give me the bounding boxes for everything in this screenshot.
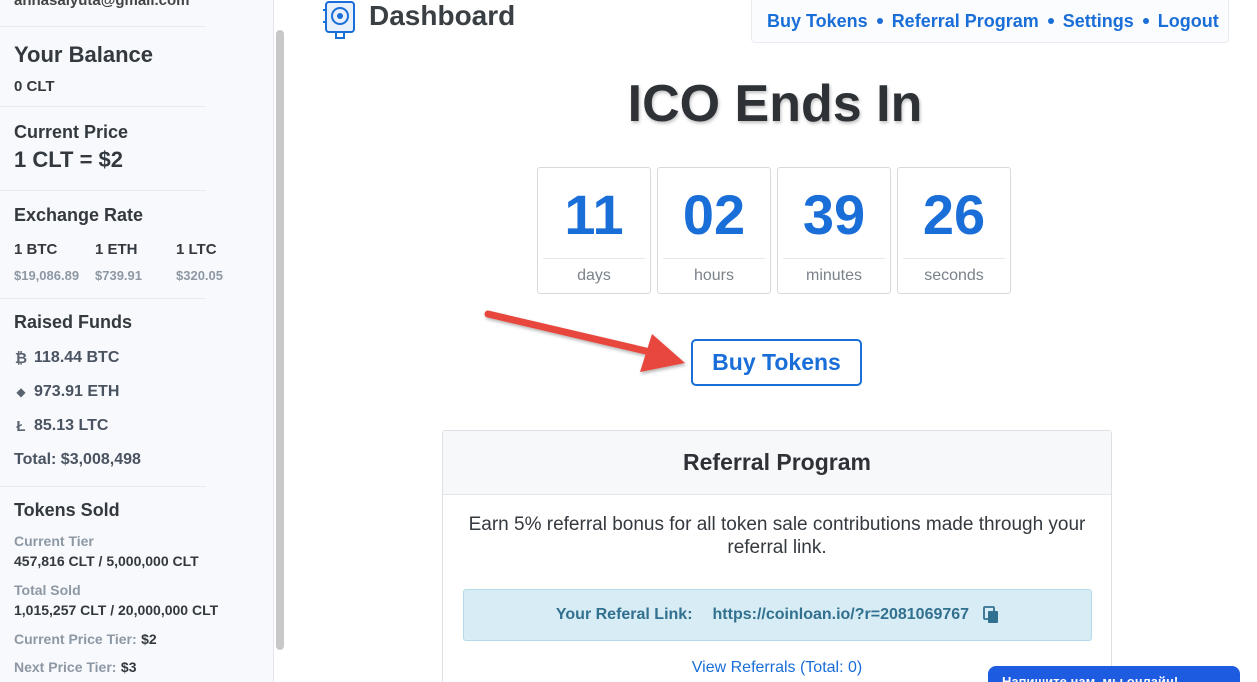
- nav-referral-program[interactable]: Referral Program: [892, 11, 1039, 32]
- countdown-label: hours: [693, 267, 735, 284]
- raised-value: 118.44 BTC: [34, 349, 120, 366]
- countdown-title: ICO Ends In: [627, 75, 923, 133]
- nav-separator: [1047, 18, 1054, 24]
- raised-btc: ₿ 118.44 BTC: [14, 341, 206, 375]
- referral-link-label: Your Referal Link:: [555, 606, 693, 623]
- referral-card: Referral Program Earn 5% referral bonus …: [442, 430, 1112, 682]
- copy-icon[interactable]: [983, 606, 999, 624]
- raised-list: ₿ 118.44 BTC ◆ 973.91 ETH Ł 85.13 LTC To…: [14, 341, 206, 477]
- price-section: Current Price 1 CLT = $2: [14, 122, 206, 173]
- divider: [783, 258, 885, 259]
- rate-eth: 1 ETH $739.91: [95, 241, 175, 283]
- bitcoin-icon: ₿: [14, 349, 28, 367]
- rate-usd: $320.05: [176, 268, 223, 283]
- annotation-arrow-icon: [484, 310, 685, 372]
- nav-buy-tokens[interactable]: Buy Tokens: [767, 11, 868, 32]
- countdown-label: seconds: [924, 267, 984, 284]
- raised-ltc: Ł 85.13 LTC: [14, 409, 206, 443]
- countdown-days: 11 days: [537, 167, 651, 294]
- nav-settings[interactable]: Settings: [1063, 11, 1134, 32]
- rate-usd: $739.91: [95, 268, 142, 283]
- current-tier-label: Current Tier: [14, 533, 94, 549]
- sidebar: annasalyuta@gmail.com Your Balance 0 CLT…: [0, 0, 274, 682]
- nav-separator: [1142, 18, 1149, 24]
- divider: [0, 26, 206, 27]
- rate-unit: 1 LTC: [176, 241, 217, 258]
- divider: [0, 190, 206, 191]
- next-price-tier-value: $3: [120, 659, 137, 675]
- raised-title: Raised Funds: [14, 312, 133, 332]
- balance-title: Your Balance: [14, 42, 153, 67]
- countdown-value: 39: [802, 183, 866, 246]
- divider: [903, 258, 1005, 259]
- tokens-title: Tokens Sold: [14, 500, 120, 520]
- countdown-seconds: 26 seconds: [897, 167, 1011, 294]
- rate-unit: 1 ETH: [95, 241, 138, 258]
- current-price-tier-label: Current Price Tier:: [14, 631, 137, 647]
- divider: [0, 486, 206, 487]
- header: Dashboard Buy Tokens Referral Program Se…: [290, 0, 1257, 44]
- countdown-label: days: [577, 267, 611, 284]
- chat-widget[interactable]: Напишите нам, мы онлайн!: [988, 666, 1240, 682]
- raised-value: 973.91 ETH: [34, 383, 120, 400]
- current-price-tier: Current Price Tier: $2: [14, 631, 264, 649]
- rate-unit: 1 BTC: [14, 241, 58, 258]
- divider: [0, 298, 206, 299]
- countdown-value: 26: [922, 183, 986, 246]
- referral-link-box: Your Referal Link: https://coinloan.io/?…: [463, 589, 1092, 641]
- exchange-section: Exchange Rate 1 BTC $19,086.89 1 ETH $73…: [14, 205, 223, 287]
- divider: [663, 258, 765, 259]
- top-nav: Buy Tokens Referral Program Settings Log…: [751, 0, 1229, 43]
- raised-total: Total: $3,008,498: [14, 451, 141, 468]
- litecoin-icon: Ł: [16, 417, 26, 435]
- rate-usd: $19,086.89: [14, 268, 80, 283]
- nav-logout[interactable]: Logout: [1158, 11, 1219, 32]
- next-price-tier-label: Next Price Tier:: [14, 659, 117, 675]
- nav-separator: [876, 18, 883, 24]
- current-tier-value: 457,816 CLT / 5,000,000 CLT: [14, 553, 199, 569]
- raised-eth: ◆ 973.91 ETH: [14, 375, 206, 409]
- price-title: Current Price: [14, 122, 129, 142]
- divider: [543, 258, 645, 259]
- ethereum-icon: ◆: [16, 385, 26, 399]
- sidebar-scrollbar[interactable]: [276, 30, 284, 650]
- countdown-value: 11: [564, 183, 624, 246]
- countdown-label: minutes: [805, 267, 863, 284]
- countdown-hours: 02 hours: [657, 167, 771, 294]
- raised-section: Raised Funds ₿ 118.44 BTC ◆ 973.91 ETH Ł…: [14, 312, 206, 477]
- balance-section: Your Balance 0 CLT: [14, 42, 206, 95]
- user-email: annasalyuta@gmail.com: [14, 0, 190, 9]
- tokens-section: Tokens Sold Current Tier 457,816 CLT / 5…: [14, 500, 264, 677]
- raised-value: 85.13 LTC: [34, 417, 109, 434]
- referral-link[interactable]: https://coinloan.io/?r=2081069767: [713, 606, 970, 624]
- buy-tokens-button[interactable]: Buy Tokens: [691, 339, 862, 386]
- rate-ltc: 1 LTC $320.05: [176, 241, 256, 283]
- total-sold-label: Total Sold: [14, 582, 81, 598]
- logo-icon: [323, 1, 355, 39]
- page-title: Dashboard: [369, 0, 516, 31]
- price-value: 1 CLT = $2: [14, 147, 124, 172]
- app-root: annasalyuta@gmail.com Your Balance 0 CLT…: [0, 0, 1257, 682]
- divider: [0, 106, 206, 107]
- exchange-title: Exchange Rate: [14, 205, 144, 225]
- balance-value: 0 CLT: [14, 78, 55, 95]
- current-price-tier-value: $2: [141, 631, 157, 647]
- referral-title: Referral Program: [443, 431, 1111, 495]
- referral-description: Earn 5% referral bonus for all token sal…: [468, 514, 1086, 558]
- total-sold-value: 1,015,257 CLT / 20,000,000 CLT: [14, 602, 219, 618]
- countdown-minutes: 39 minutes: [777, 167, 891, 294]
- rate-btc: 1 BTC $19,086.89: [14, 241, 94, 283]
- countdown-value: 02: [682, 183, 746, 246]
- next-price-tier: Next Price Tier: $3: [14, 659, 264, 677]
